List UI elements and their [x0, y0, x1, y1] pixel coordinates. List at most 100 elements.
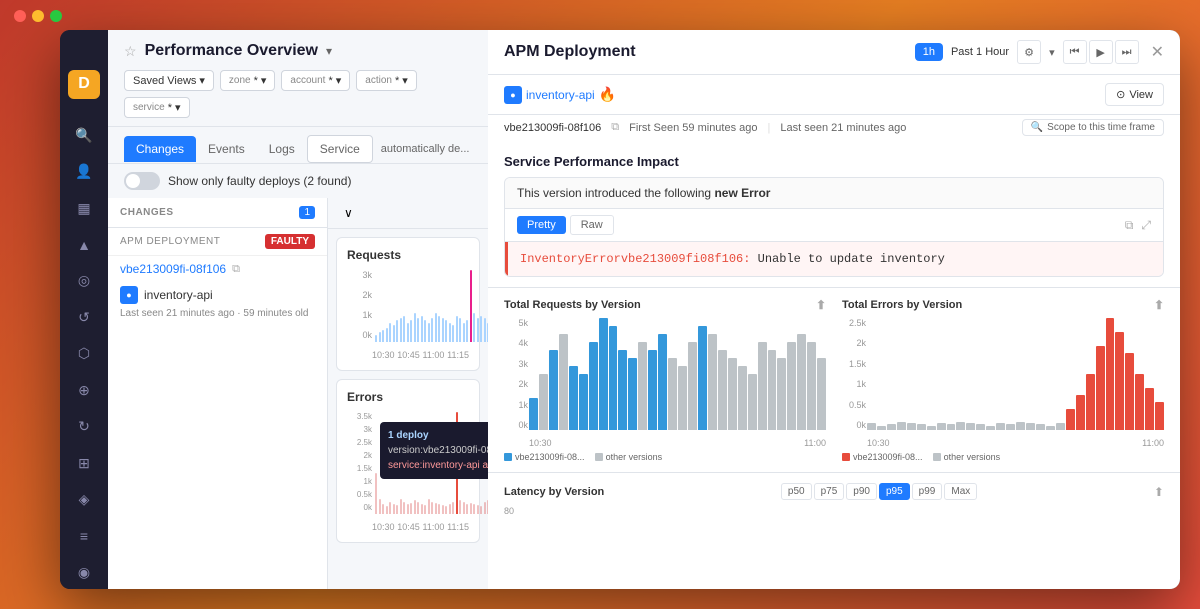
- errors-bar-18: [438, 504, 440, 514]
- req-mini-bar-16: [688, 342, 697, 430]
- errors-bar-27: [470, 503, 472, 514]
- service-filter[interactable]: service * ▾: [124, 97, 190, 118]
- error-tooltip: 1 deploy version:vbe213009fi-08f106 serv…: [380, 422, 488, 479]
- service-name[interactable]: inventory-api: [144, 288, 213, 302]
- p99-button[interactable]: p99: [912, 483, 943, 500]
- requests-bar-17: [435, 313, 437, 342]
- prev-prev-button[interactable]: ⏮: [1063, 40, 1087, 64]
- max-button[interactable]: Max: [944, 483, 977, 500]
- total-requests-mini-chart: 5k 4k 3k 2k 1k 0k 10:30 11:00: [504, 318, 826, 448]
- minimize-button[interactable]: [32, 10, 44, 22]
- dropdown-icon[interactable]: ▾: [1049, 46, 1055, 59]
- account-filter[interactable]: account * ▾: [281, 70, 350, 91]
- copy-tab-icon[interactable]: ⧉: [1125, 218, 1134, 233]
- expand-row[interactable]: ∨: [328, 198, 488, 229]
- pretty-tab[interactable]: Pretty: [517, 216, 566, 234]
- legend-err-version-label: vbe213009fi-08...: [853, 452, 923, 462]
- sidebar-item-layers[interactable]: ≡: [66, 520, 102, 552]
- sidebar-item-users[interactable]: 👤: [66, 155, 102, 187]
- time-1h-button[interactable]: 1h: [915, 43, 943, 61]
- sidebar-item-sync[interactable]: ↻: [66, 411, 102, 443]
- share-requests-icon[interactable]: ⬆: [816, 298, 826, 312]
- req-mini-bar-28: [807, 342, 816, 430]
- legend-version-label: vbe213009fi-08...: [515, 452, 585, 462]
- share-latency-icon[interactable]: ⬆: [1154, 485, 1164, 499]
- raw-tab[interactable]: Raw: [570, 215, 614, 235]
- p95-button[interactable]: p95: [879, 483, 910, 500]
- req-mini-bar-23: [758, 342, 767, 430]
- total-requests-chart: Total Requests by Version ⬆ 5k 4k 3k 2k …: [504, 298, 826, 462]
- scope-button[interactable]: 🔍 Scope to this time frame: [1022, 119, 1164, 136]
- tab-logs[interactable]: Logs: [257, 136, 307, 162]
- sidebar-item-grid[interactable]: ⊞: [66, 447, 102, 479]
- filter-row: Saved Views ▾ zone * ▾ account * ▾ actio…: [124, 70, 472, 118]
- action-filter[interactable]: action * ▾: [356, 70, 417, 91]
- p50-button[interactable]: p50: [781, 483, 812, 500]
- sidebar-item-monitor[interactable]: ▦: [66, 192, 102, 224]
- requests-bar-8: [403, 316, 405, 342]
- close-apm-button[interactable]: ✕: [1151, 42, 1164, 62]
- copy-icon[interactable]: ⧉: [232, 263, 240, 276]
- sidebar-item-puzzle[interactable]: ⬡: [66, 338, 102, 370]
- err-mini-bar-1: [877, 426, 886, 430]
- star-icon[interactable]: ☆: [124, 43, 137, 60]
- zone-filter[interactable]: zone * ▾: [220, 70, 276, 91]
- errors-chart-area: 3.5k 3k 2.5k 2k 1.5k 1k 0.5k 0k 1 deploy: [347, 412, 469, 532]
- requests-bar-2: [382, 330, 384, 342]
- faulty-toggle[interactable]: [124, 172, 160, 190]
- close-button[interactable]: [14, 10, 26, 22]
- error-box: This version introduced the following ne…: [504, 177, 1164, 277]
- apm-controls: 1h Past 1 Hour ⚙ ▾ ⏮ ▶ ⏭ ✕: [915, 40, 1164, 64]
- tab-changes[interactable]: Changes: [124, 136, 196, 162]
- changes-panel: CHANGES 1 APM DEPLOYMENT FAULTY vbe21300…: [108, 198, 328, 589]
- error-code: InventoryErrorvbe213009fi08f106: Unable …: [505, 242, 1163, 276]
- service-row: ● inventory-api: [108, 282, 327, 306]
- maximize-button[interactable]: [50, 10, 62, 22]
- requests-bar-20: [445, 320, 447, 342]
- expand-tab-icon[interactable]: ⤢: [1141, 218, 1151, 233]
- left-header: ☆ Performance Overview ▾ Saved Views ▾ z…: [108, 30, 488, 127]
- sidebar-item-target[interactable]: ◎: [66, 265, 102, 297]
- errors-bar-12: [417, 502, 419, 514]
- requests-bar-28: [473, 313, 475, 342]
- p75-button[interactable]: p75: [814, 483, 845, 500]
- req-mini-bar-9: [618, 350, 627, 430]
- p90-button[interactable]: p90: [846, 483, 877, 500]
- version-id[interactable]: vbe213009fi-08f106: [120, 262, 226, 276]
- view-button[interactable]: ⊙ View: [1105, 83, 1164, 106]
- app-logo: D: [68, 70, 100, 99]
- play-button[interactable]: ▶: [1089, 40, 1113, 64]
- errors-bar-7: [400, 499, 402, 514]
- chevron-down-icon[interactable]: ▾: [326, 44, 332, 58]
- settings-icon[interactable]: ⚙: [1017, 40, 1041, 64]
- next-next-button[interactable]: ⏭: [1115, 40, 1139, 64]
- share-errors-icon[interactable]: ⬆: [1154, 298, 1164, 312]
- err-mini-bar-4: [907, 423, 916, 430]
- req-mini-bar-7: [599, 318, 608, 430]
- saved-views-filter[interactable]: Saved Views ▾: [124, 70, 214, 91]
- sidebar-item-terminal[interactable]: ◉: [66, 556, 102, 588]
- copy-icon-apm[interactable]: ⧉: [611, 121, 619, 134]
- tab-service[interactable]: Service: [307, 135, 373, 163]
- requests-chart-title: Requests: [347, 248, 469, 262]
- time-label: Past 1 Hour: [951, 46, 1009, 58]
- errors-bar-16: [431, 502, 433, 514]
- faulty-badge: FAULTY: [265, 234, 315, 249]
- sidebar-item-chart[interactable]: ▲: [66, 228, 102, 260]
- sidebar-item-tag[interactable]: ⊕: [66, 374, 102, 406]
- service-badge[interactable]: ● inventory-api 🔥: [504, 86, 616, 104]
- apm-header: APM Deployment 1h Past 1 Hour ⚙ ▾ ⏮ ▶ ⏭ …: [488, 30, 1180, 75]
- errors-bar-1: [379, 499, 381, 514]
- requests-chart-area: 3k 2k 1k 0k 10:30 10:45 11:00 11:15: [347, 270, 469, 360]
- err-mini-bar-19: [1056, 423, 1065, 430]
- sidebar-item-search[interactable]: 🔍: [66, 119, 102, 151]
- tab-events[interactable]: Events: [196, 136, 257, 162]
- requests-bar-24: [459, 318, 461, 342]
- errors-bar-26: [466, 504, 468, 514]
- err-mini-bar-14: [1006, 424, 1015, 430]
- sidebar-item-link[interactable]: ◈: [66, 484, 102, 516]
- sidebar-item-refresh[interactable]: ↺: [66, 301, 102, 333]
- total-requests-x: 10:30 11:00: [529, 438, 826, 448]
- collapse-icon[interactable]: ∨: [344, 206, 353, 220]
- requests-bar-7: [400, 318, 402, 342]
